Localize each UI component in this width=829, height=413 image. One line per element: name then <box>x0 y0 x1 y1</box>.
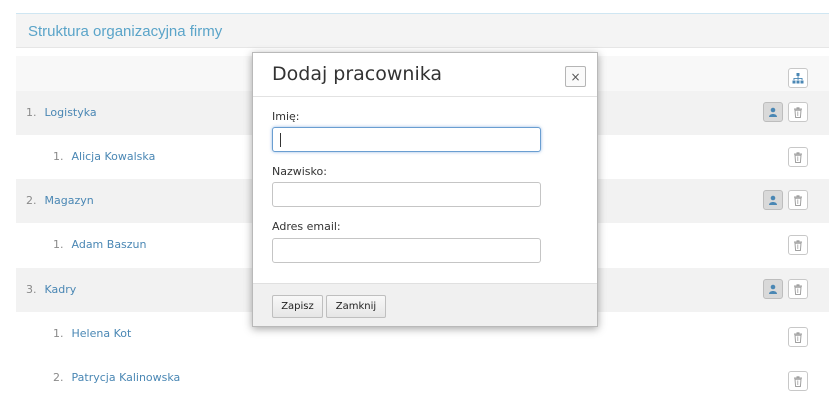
close-button[interactable]: Zamknij <box>326 295 386 318</box>
row-number: 1. <box>53 238 64 251</box>
trash-icon <box>794 239 802 251</box>
delete-button[interactable] <box>788 371 808 391</box>
department-name: Magazyn <box>44 194 94 207</box>
last-name-label: Nazwisko: <box>272 165 327 178</box>
panel-header: Struktura organizacyjna firmy <box>16 14 829 48</box>
panel-title: Struktura organizacyjna firmy <box>28 23 223 40</box>
modal-header-divider <box>253 96 597 97</box>
add-employee-modal: Dodaj pracownika × Imię: Nazwisko: Adres… <box>252 52 598 327</box>
row-number: 2. <box>53 371 64 384</box>
first-name-label: Imię: <box>272 110 300 123</box>
row-number: 1. <box>26 106 37 119</box>
department-label[interactable]: 1. Logistyka <box>26 106 97 119</box>
delete-button[interactable] <box>788 147 808 167</box>
last-name-input[interactable] <box>272 182 541 207</box>
employee-name: Adam Baszun <box>71 238 147 251</box>
department-name: Kadry <box>44 283 77 296</box>
employee-label[interactable]: 1. Alicja Kowalska <box>53 150 155 163</box>
close-icon: × <box>570 69 581 84</box>
modal-close-button[interactable]: × <box>565 66 586 87</box>
delete-button[interactable] <box>788 279 808 299</box>
department-label[interactable]: 2. Magazyn <box>26 194 94 207</box>
trash-icon <box>794 151 802 163</box>
modal-title: Dodaj pracownika <box>272 63 443 85</box>
sitemap-icon <box>792 72 804 83</box>
delete-button[interactable] <box>788 235 808 255</box>
add-department-button[interactable] <box>788 68 808 88</box>
user-icon <box>769 107 777 117</box>
trash-icon <box>794 331 802 343</box>
trash-icon <box>794 106 802 118</box>
add-employee-button[interactable] <box>763 190 783 210</box>
user-icon <box>769 284 777 294</box>
add-employee-button[interactable] <box>763 102 783 122</box>
department-name: Logistyka <box>44 106 97 119</box>
text-caret <box>280 133 281 147</box>
delete-button[interactable] <box>788 190 808 210</box>
trash-icon <box>794 283 802 295</box>
user-icon <box>769 195 777 205</box>
delete-button[interactable] <box>788 327 808 347</box>
employee-name: Helena Kot <box>71 327 132 340</box>
trash-icon <box>794 194 802 206</box>
employee-label[interactable]: 2. Patrycja Kalinowska <box>53 371 180 384</box>
email-input[interactable] <box>272 238 541 263</box>
employee-row: 2. Patrycja Kalinowska <box>16 356 829 400</box>
employee-name: Alicja Kowalska <box>71 150 156 163</box>
department-label[interactable]: 3. Kadry <box>26 283 76 296</box>
employee-label[interactable]: 1. Adam Baszun <box>53 238 147 251</box>
row-number: 2. <box>26 194 37 207</box>
row-number: 1. <box>53 327 64 340</box>
row-number: 1. <box>53 150 64 163</box>
trash-icon <box>794 375 802 387</box>
add-employee-button[interactable] <box>763 279 783 299</box>
save-button[interactable]: Zapisz <box>272 295 323 318</box>
first-name-input[interactable] <box>272 127 541 152</box>
email-label: Adres email: <box>272 220 341 233</box>
delete-button[interactable] <box>788 102 808 122</box>
employee-name: Patrycja Kalinowska <box>71 371 181 384</box>
employee-label[interactable]: 1. Helena Kot <box>53 327 131 340</box>
row-number: 3. <box>26 283 37 296</box>
modal-footer: Zapisz Zamknij <box>253 283 597 326</box>
